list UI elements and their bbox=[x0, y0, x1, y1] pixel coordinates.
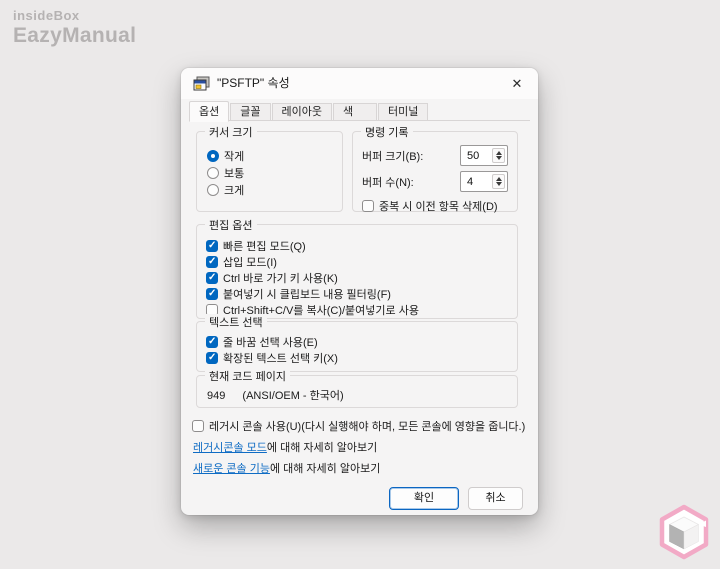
tab-label: 옵션 bbox=[199, 106, 220, 118]
checkbox-label: 삽입 모드(I) bbox=[223, 257, 277, 269]
spin-up-icon[interactable] bbox=[495, 176, 502, 181]
buffer-size-row: 버퍼 크기(B): 50 bbox=[362, 145, 508, 166]
group-edit-options: 편집 옵션 빠른 편집 모드(Q) 삽입 모드(I) Ctrl 바로 가기 키 … bbox=[196, 217, 518, 319]
group-code-page: 현재 코드 페이지 949 (ANSI/OEM - 한국어) bbox=[196, 368, 518, 408]
page: { "page": { "logo": { "line1": "insideBo… bbox=[0, 0, 720, 569]
buffer-count-spinner[interactable] bbox=[492, 174, 505, 189]
brand-logo: insideBox EazyManual bbox=[13, 8, 137, 48]
buffer-count-row: 버퍼 수(N): 4 bbox=[362, 171, 508, 192]
new-console-features-link[interactable]: 새로운 콘솔 기능 bbox=[193, 463, 270, 475]
link-suffix: 에 대해 자세히 알아보기 bbox=[269, 463, 381, 475]
radio-cursor-large[interactable]: 크게 bbox=[207, 181, 342, 198]
tab-layout[interactable]: 레이아웃 bbox=[271, 103, 332, 121]
brand-logo-line2: EazyManual bbox=[13, 24, 137, 48]
checkbox-label: 빠른 편집 모드(Q) bbox=[223, 241, 306, 253]
group-label: 명령 기록 bbox=[361, 124, 413, 140]
checkbox-filter-clipboard[interactable]: 붙여넣기 시 클립보드 내용 필터링(F) bbox=[206, 286, 517, 302]
close-button[interactable]: ✕ bbox=[505, 72, 529, 96]
tab-options[interactable]: 옵션 bbox=[189, 101, 230, 122]
checkbox-icon bbox=[206, 288, 218, 300]
radio-icon bbox=[207, 166, 219, 179]
radio-label: 크게 bbox=[224, 184, 245, 197]
spin-down-icon[interactable] bbox=[495, 182, 502, 187]
close-icon: ✕ bbox=[511, 76, 523, 91]
checkbox-icon bbox=[206, 336, 218, 348]
tab-label: 레이아웃 bbox=[281, 106, 322, 118]
group-text-selection: 텍스트 선택 줄 바꿈 선택 사용(E) 확장된 텍스트 선택 키(X) bbox=[196, 314, 518, 372]
legacy-mode-link-line: 레거시콘솔 모드에 대해 자세히 알아보기 bbox=[193, 439, 377, 455]
radio-cursor-small[interactable]: 작게 bbox=[207, 147, 342, 164]
code-page-number: 949 bbox=[207, 390, 226, 402]
buffer-count-input[interactable]: 4 bbox=[460, 171, 508, 192]
radio-label: 작게 bbox=[224, 150, 245, 163]
checkbox-icon bbox=[206, 352, 218, 364]
checkbox-label: 줄 바꿈 선택 사용(E) bbox=[223, 337, 318, 349]
radio-cursor-medium[interactable]: 보통 bbox=[207, 164, 342, 181]
buffer-size-spinner[interactable] bbox=[492, 148, 505, 163]
checkbox-insert-mode[interactable]: 삽입 모드(I) bbox=[206, 254, 517, 270]
checkbox-label: 확장된 텍스트 선택 키(X) bbox=[223, 353, 338, 365]
legacy-mode-link[interactable]: 레거시콘솔 모드 bbox=[193, 442, 267, 454]
tab-terminal[interactable]: 터미널 bbox=[377, 103, 429, 121]
checkbox-icon bbox=[206, 256, 218, 268]
code-page-name: (ANSI/OEM - 한국어) bbox=[242, 390, 344, 402]
buffer-size-label: 버퍼 크기(B): bbox=[362, 150, 424, 163]
group-label: 편집 옵션 bbox=[205, 217, 257, 233]
buffer-count-label: 버퍼 수(N): bbox=[362, 176, 414, 189]
dialog-titlebar: "PSFTP" 속성 ✕ bbox=[181, 68, 538, 99]
tab-font[interactable]: 글꼴 bbox=[230, 103, 271, 121]
radio-icon bbox=[207, 149, 219, 162]
group-cursor-size: 커서 크기 작게 보통 크게 bbox=[196, 124, 343, 212]
checkbox-icon bbox=[206, 240, 218, 252]
checkbox-label: 붙여넣기 시 클립보드 내용 필터링(F) bbox=[223, 289, 391, 301]
cancel-button[interactable]: 취소 bbox=[468, 487, 523, 510]
checkbox-line-wrap-selection[interactable]: 줄 바꿈 선택 사용(E) bbox=[206, 334, 517, 350]
properties-dialog: "PSFTP" 속성 ✕ 옵션 글꼴 레이아웃 색 터미널 커서 크기 작게 보… bbox=[181, 68, 538, 515]
console-properties-icon bbox=[193, 76, 210, 91]
checkbox-icon bbox=[206, 272, 218, 284]
buffer-size-input[interactable]: 50 bbox=[460, 145, 508, 166]
checkbox-legacy-console[interactable]: 레거시 콘솔 사용(U)(다시 실행해야 하며, 모든 콘솔에 영향을 줍니다.… bbox=[192, 418, 525, 434]
checkbox-quick-edit[interactable]: 빠른 편집 모드(Q) bbox=[206, 238, 517, 254]
checkbox-label: 레거시 콘솔 사용(U)(다시 실행해야 하며, 모든 콘솔에 영향을 줍니다.… bbox=[209, 421, 526, 433]
checkbox-label: Ctrl 바로 가기 키 사용(K) bbox=[223, 273, 338, 285]
checkbox-ctrl-shortcuts[interactable]: Ctrl 바로 가기 키 사용(K) bbox=[206, 270, 517, 286]
group-label: 텍스트 선택 bbox=[205, 314, 267, 330]
tab-label: 글꼴 bbox=[240, 106, 261, 118]
ok-button[interactable]: 확인 bbox=[389, 487, 459, 510]
buffer-size-value: 50 bbox=[467, 150, 480, 162]
link-suffix: 에 대해 자세히 알아보기 bbox=[266, 442, 378, 454]
brand-logo-line1: insideBox bbox=[13, 8, 80, 23]
group-command-history: 명령 기록 버퍼 크기(B): 50 버퍼 수(N): 4 중복 시 이전 항목… bbox=[352, 124, 518, 214]
tab-strip: 옵션 글꼴 레이아웃 색 터미널 bbox=[189, 100, 530, 122]
tab-colors[interactable]: 색 bbox=[332, 103, 377, 121]
checkbox-icon bbox=[362, 200, 374, 212]
new-console-features-link-line: 새로운 콘솔 기능에 대해 자세히 알아보기 bbox=[193, 460, 380, 476]
checkbox-extended-text-keys[interactable]: 확장된 텍스트 선택 키(X) bbox=[206, 350, 517, 366]
checkbox-discard-duplicates[interactable]: 중복 시 이전 항목 삭제(D) bbox=[362, 198, 508, 214]
radio-label: 보통 bbox=[224, 167, 245, 180]
checkbox-icon bbox=[192, 420, 204, 432]
insidebox-cube-logo-icon bbox=[659, 504, 709, 560]
group-label: 커서 크기 bbox=[205, 124, 257, 140]
buffer-count-value: 4 bbox=[467, 176, 474, 188]
checkbox-label: 중복 시 이전 항목 삭제(D) bbox=[379, 201, 498, 213]
group-label: 현재 코드 페이지 bbox=[205, 368, 290, 384]
radio-icon bbox=[207, 183, 219, 196]
spin-up-icon[interactable] bbox=[495, 150, 502, 155]
dialog-title: "PSFTP" 속성 bbox=[217, 76, 290, 90]
tab-label: 터미널 bbox=[387, 106, 419, 118]
spin-down-icon[interactable] bbox=[495, 156, 502, 161]
tab-label: 색 bbox=[342, 106, 354, 118]
